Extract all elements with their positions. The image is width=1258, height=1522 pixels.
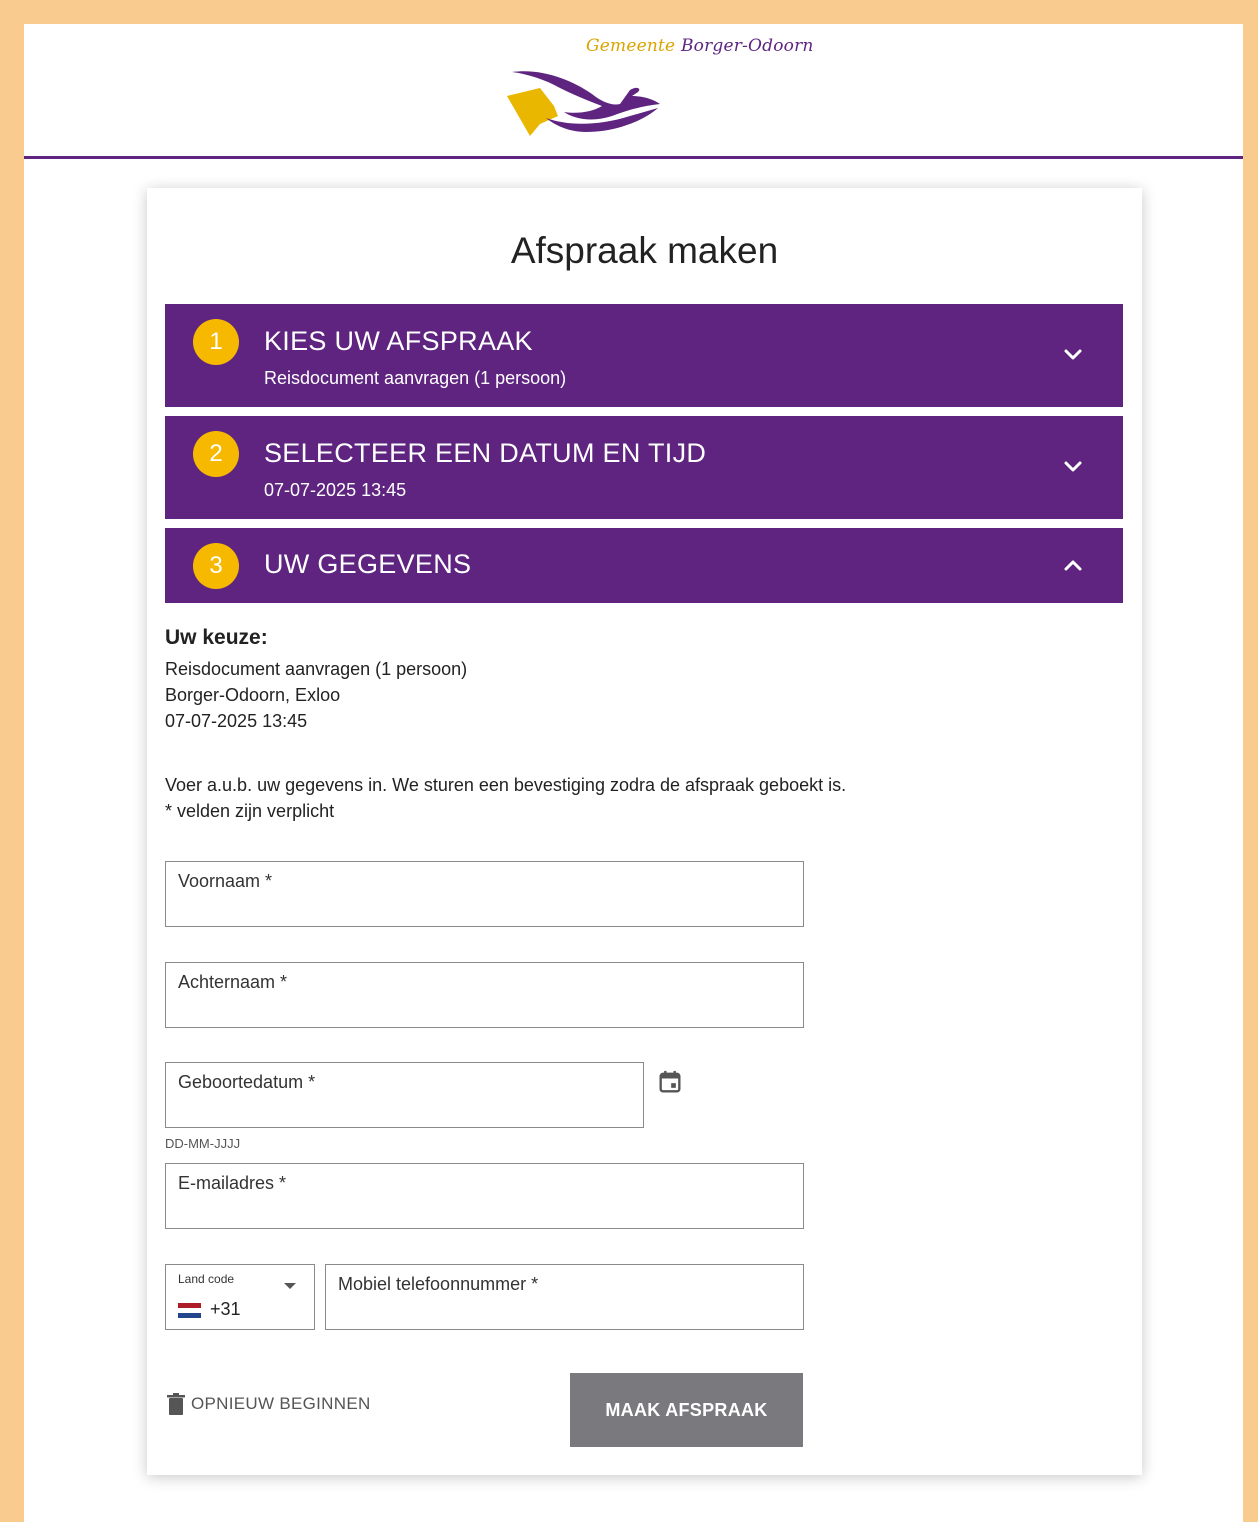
mobile-phone-label: Mobiel telefoonnummer *	[338, 1274, 539, 1294]
site-header: Gemeente Borger-Odoorn	[24, 24, 1243, 159]
step-2-header[interactable]: 2 SELECTEER EEN DATUM EN TIJD 07-07-2025…	[165, 416, 1123, 519]
step-3-number: 3	[193, 543, 239, 589]
brand-name: Gemeente Borger-Odoorn	[586, 36, 814, 56]
first-name-field[interactable]: Voornaam *	[165, 861, 804, 927]
chevron-down-icon[interactable]	[1061, 343, 1085, 367]
step-1-number: 1	[193, 319, 239, 365]
instructions: Voer a.u.b. uw gegevens in. We sturen ee…	[165, 772, 846, 824]
birthdate-format-hint: DD-MM-JJJJ	[165, 1136, 241, 1151]
netherlands-flag-icon	[178, 1303, 201, 1318]
restart-button[interactable]: OPNIEUW BEGINNEN	[167, 1393, 371, 1415]
choice-appointment-type: Reisdocument aanvragen (1 persoon)	[165, 659, 468, 679]
country-code-label: Land code	[178, 1272, 235, 1286]
required-note: * velden zijn verplicht	[165, 801, 335, 821]
first-name-label: Voornaam *	[178, 871, 273, 891]
email-field[interactable]: E-mailadres *	[165, 1163, 804, 1229]
page-title: Afspraak maken	[510, 230, 779, 271]
step-1-title: KIES UW AFSPRAAK	[264, 326, 533, 356]
choice-heading: Uw keuze:	[165, 626, 268, 649]
choice-location: Borger-Odoorn, Exloo	[165, 685, 341, 705]
chevron-up-icon[interactable]	[1061, 554, 1085, 578]
step-2-title: SELECTEER EEN DATUM EN TIJD	[264, 438, 707, 468]
step-2-subtitle: 07-07-2025 13:45	[264, 480, 407, 500]
brand-word-borger-odoorn: Borger-Odoorn	[680, 36, 814, 56]
page-frame: Gemeente Borger-Odoorn Afspraak maken 1 …	[24, 24, 1243, 1522]
step-1-subtitle: Reisdocument aanvragen (1 persoon)	[264, 368, 567, 388]
last-name-field[interactable]: Achternaam *	[165, 962, 804, 1028]
choice-datetime: 07-07-2025 13:45	[165, 711, 308, 731]
country-code-select[interactable]: Land code +31	[165, 1264, 315, 1330]
birthdate-label: Geboortedatum *	[178, 1072, 316, 1092]
calendar-icon[interactable]	[656, 1068, 684, 1096]
step-3-header[interactable]: 3 UW GEGEVENS	[165, 528, 1123, 603]
step-3-title: UW GEGEVENS	[264, 549, 472, 579]
birthdate-field[interactable]: Geboortedatum *	[165, 1062, 644, 1128]
appointment-card: Afspraak maken 1 KIES UW AFSPRAAK Reisdo…	[147, 188, 1142, 1475]
mobile-phone-field[interactable]: Mobiel telefoonnummer *	[325, 1264, 804, 1330]
email-label: E-mailadres *	[178, 1173, 287, 1193]
step-2-number: 2	[193, 431, 239, 477]
country-code-value: +31	[210, 1299, 241, 1319]
brand-word-gemeente: Gemeente	[586, 36, 676, 56]
dropdown-caret-icon[interactable]	[284, 1283, 296, 1289]
chevron-down-icon[interactable]	[1061, 455, 1085, 479]
restart-label: OPNIEUW BEGINNEN	[191, 1394, 371, 1413]
municipality-logo[interactable]	[502, 66, 687, 141]
last-name-label: Achternaam *	[178, 972, 288, 992]
step-1-header[interactable]: 1 KIES UW AFSPRAAK Reisdocument aanvrage…	[165, 304, 1123, 407]
trash-icon	[167, 1393, 185, 1415]
choice-summary: Uw keuze: Reisdocument aanvragen (1 pers…	[165, 626, 467, 734]
instructions-text: Voer a.u.b. uw gegevens in. We sturen ee…	[165, 775, 847, 795]
make-appointment-button[interactable]: MAAK AFSPRAAK	[570, 1373, 803, 1447]
